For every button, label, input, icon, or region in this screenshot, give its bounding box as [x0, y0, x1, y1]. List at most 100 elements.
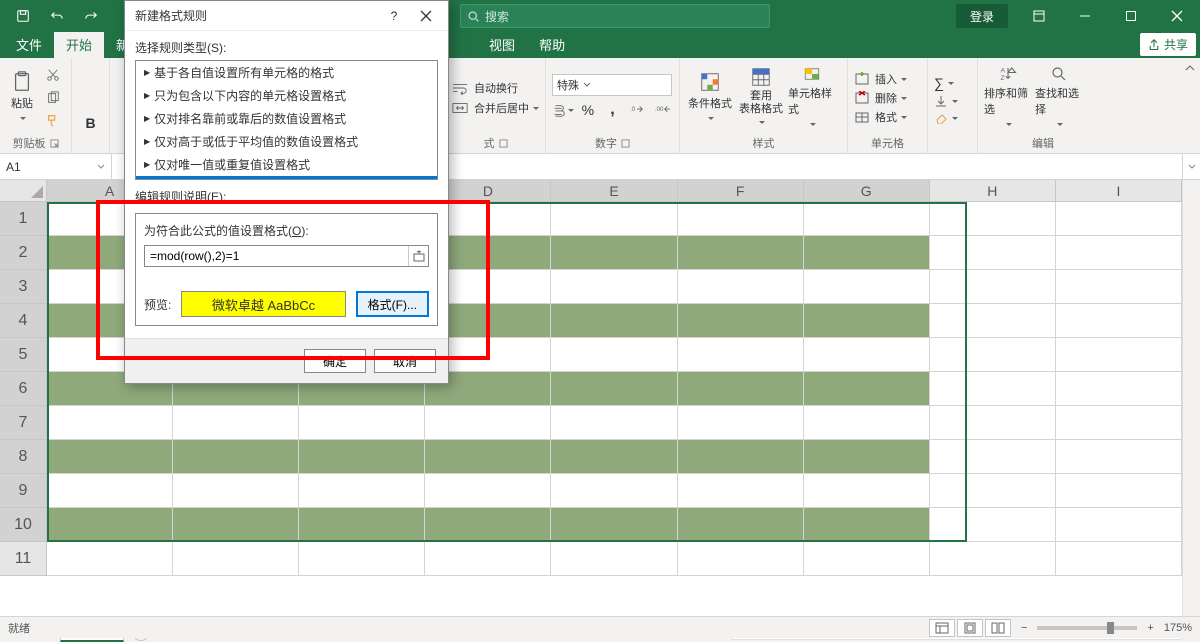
row-header[interactable]: 5 — [0, 338, 47, 372]
row-header[interactable]: 8 — [0, 440, 47, 474]
row-header[interactable]: 9 — [0, 474, 47, 508]
format-button[interactable]: 格式(F)... — [356, 291, 429, 317]
redo-icon[interactable] — [76, 3, 106, 29]
row-header[interactable]: 10 — [0, 508, 47, 542]
edit-label: 编辑 — [984, 133, 1102, 151]
dialog-titlebar[interactable]: 新建格式规则 ? — [125, 1, 448, 31]
formula-input-box[interactable] — [144, 245, 429, 267]
dialog-launcher-icon[interactable] — [50, 139, 59, 148]
row-header[interactable]: 3 — [0, 270, 47, 304]
rule-item[interactable]: 仅对排名靠前或靠后的数值设置格式 — [136, 107, 437, 130]
format-cells-button[interactable]: 格式 — [854, 109, 907, 125]
align-label: 式 — [484, 135, 495, 151]
dialog-help-icon[interactable]: ? — [382, 5, 406, 27]
wrap-text-button[interactable]: 自动换行 — [452, 80, 539, 96]
rule-item[interactable]: 使用公式确定要设置格式的单元格 — [136, 176, 437, 180]
minimize-icon[interactable] — [1062, 0, 1108, 32]
tab-view[interactable]: 视图 — [477, 30, 527, 58]
bold-button[interactable]: B — [85, 115, 95, 131]
fill-button[interactable] — [934, 94, 958, 108]
clear-button[interactable] — [934, 111, 958, 125]
find-select-button[interactable]: 查找和选择 — [1035, 65, 1083, 131]
name-box[interactable]: A1 — [0, 154, 112, 179]
row-header[interactable]: 1 — [0, 202, 47, 236]
dialog-launcher-icon[interactable] — [499, 139, 508, 148]
select-all-button[interactable] — [0, 180, 47, 202]
rule-item[interactable]: 仅对高于或低于平均值的数值设置格式 — [136, 130, 437, 153]
paste-button[interactable]: 粘贴 — [6, 65, 38, 131]
cancel-button[interactable]: 取消 — [374, 349, 436, 373]
normal-view-icon[interactable] — [929, 619, 955, 637]
undo-icon[interactable] — [42, 3, 72, 29]
number-format-dropdown[interactable]: 特殊 — [552, 74, 672, 96]
sort-filter-button[interactable]: AZ 排序和筛选 — [984, 65, 1032, 131]
col-header[interactable]: H — [930, 180, 1056, 202]
row-header[interactable]: 6 — [0, 372, 47, 406]
share-icon — [1148, 39, 1160, 51]
rule-type-list[interactable]: 基于各自值设置所有单元格的格式 只为包含以下内容的单元格设置格式 仅对排名靠前或… — [135, 60, 438, 180]
rule-item[interactable]: 仅对唯一值或重复值设置格式 — [136, 153, 437, 176]
delete-cells-button[interactable]: 删除 — [854, 90, 907, 106]
login-button[interactable]: 登录 — [956, 4, 1008, 28]
svg-text:Z: Z — [1001, 75, 1005, 82]
col-header[interactable]: I — [1056, 180, 1182, 202]
table-style-button[interactable]: 套用 表格格式 — [737, 65, 785, 131]
ribbon-options-icon[interactable] — [1016, 0, 1062, 32]
tab-home[interactable]: 开始 — [54, 30, 104, 58]
insert-cells-button[interactable]: 插入 — [854, 71, 907, 87]
currency-icon[interactable] — [552, 99, 575, 121]
page-break-view-icon[interactable] — [985, 619, 1011, 637]
cut-icon[interactable] — [41, 64, 65, 86]
save-icon[interactable] — [8, 3, 38, 29]
table-style-icon — [750, 66, 772, 88]
comma-icon[interactable]: , — [601, 99, 624, 121]
row-header[interactable]: 4 — [0, 304, 47, 338]
cells-label: 单元格 — [854, 133, 921, 151]
row-header[interactable]: 2 — [0, 236, 47, 270]
format-painter-icon[interactable] — [41, 110, 65, 132]
rule-item[interactable]: 基于各自值设置所有单元格的格式 — [136, 61, 437, 84]
row-header[interactable]: 11 — [0, 542, 47, 576]
formula-field[interactable] — [145, 249, 408, 263]
vertical-scrollbar[interactable] — [1182, 180, 1200, 620]
col-header[interactable]: E — [551, 180, 677, 202]
ok-button[interactable]: 确定 — [304, 349, 366, 373]
search-placeholder: 搜索 — [485, 8, 509, 25]
zoom-in-icon[interactable]: + — [1147, 622, 1153, 634]
svg-text:.00: .00 — [655, 106, 664, 113]
zoom-out-icon[interactable]: − — [1021, 622, 1027, 634]
preview-label: 预览: — [144, 296, 171, 313]
clipboard-icon — [11, 71, 33, 93]
range-selector-icon[interactable] — [408, 246, 428, 266]
search-input[interactable]: 搜索 — [460, 4, 770, 28]
maximize-icon[interactable] — [1108, 0, 1154, 32]
collapse-ribbon-icon[interactable] — [1184, 62, 1196, 77]
dialog-title: 新建格式规则 — [135, 7, 207, 24]
autosum-button[interactable]: ∑ — [934, 75, 958, 91]
percent-icon[interactable]: % — [577, 99, 600, 121]
dialog-close-icon[interactable] — [410, 5, 442, 27]
status-ready: 就绪 — [8, 620, 30, 636]
increase-decimal-icon[interactable]: .0 — [626, 99, 649, 121]
tab-file[interactable]: 文件 — [4, 30, 54, 58]
rule-item[interactable]: 只为包含以下内容的单元格设置格式 — [136, 84, 437, 107]
col-header[interactable]: F — [678, 180, 804, 202]
row-header[interactable]: 7 — [0, 406, 47, 440]
page-layout-view-icon[interactable] — [957, 619, 983, 637]
dialog-launcher-icon[interactable] — [621, 139, 630, 148]
clipboard-label: 剪贴板 — [13, 135, 46, 151]
new-format-rule-dialog: 新建格式规则 ? 选择规则类型(S): 基于各自值设置所有单元格的格式 只为包含… — [124, 0, 449, 384]
close-icon[interactable] — [1154, 0, 1200, 32]
cell-style-button[interactable]: 单元格样式 — [788, 65, 836, 131]
zoom-level[interactable]: 175% — [1164, 622, 1192, 634]
share-button[interactable]: 共享 — [1140, 33, 1196, 56]
zoom-slider[interactable] — [1037, 626, 1137, 630]
expand-formula-icon[interactable] — [1182, 154, 1200, 179]
decrease-decimal-icon[interactable]: .00 — [650, 99, 673, 121]
col-header[interactable]: G — [804, 180, 930, 202]
tab-help[interactable]: 帮助 — [527, 30, 577, 58]
cell-style-icon — [801, 65, 823, 83]
copy-icon[interactable] — [41, 87, 65, 109]
merge-center-button[interactable]: 合并后居中 — [452, 100, 539, 116]
conditional-format-button[interactable]: 条件格式 — [686, 65, 734, 131]
